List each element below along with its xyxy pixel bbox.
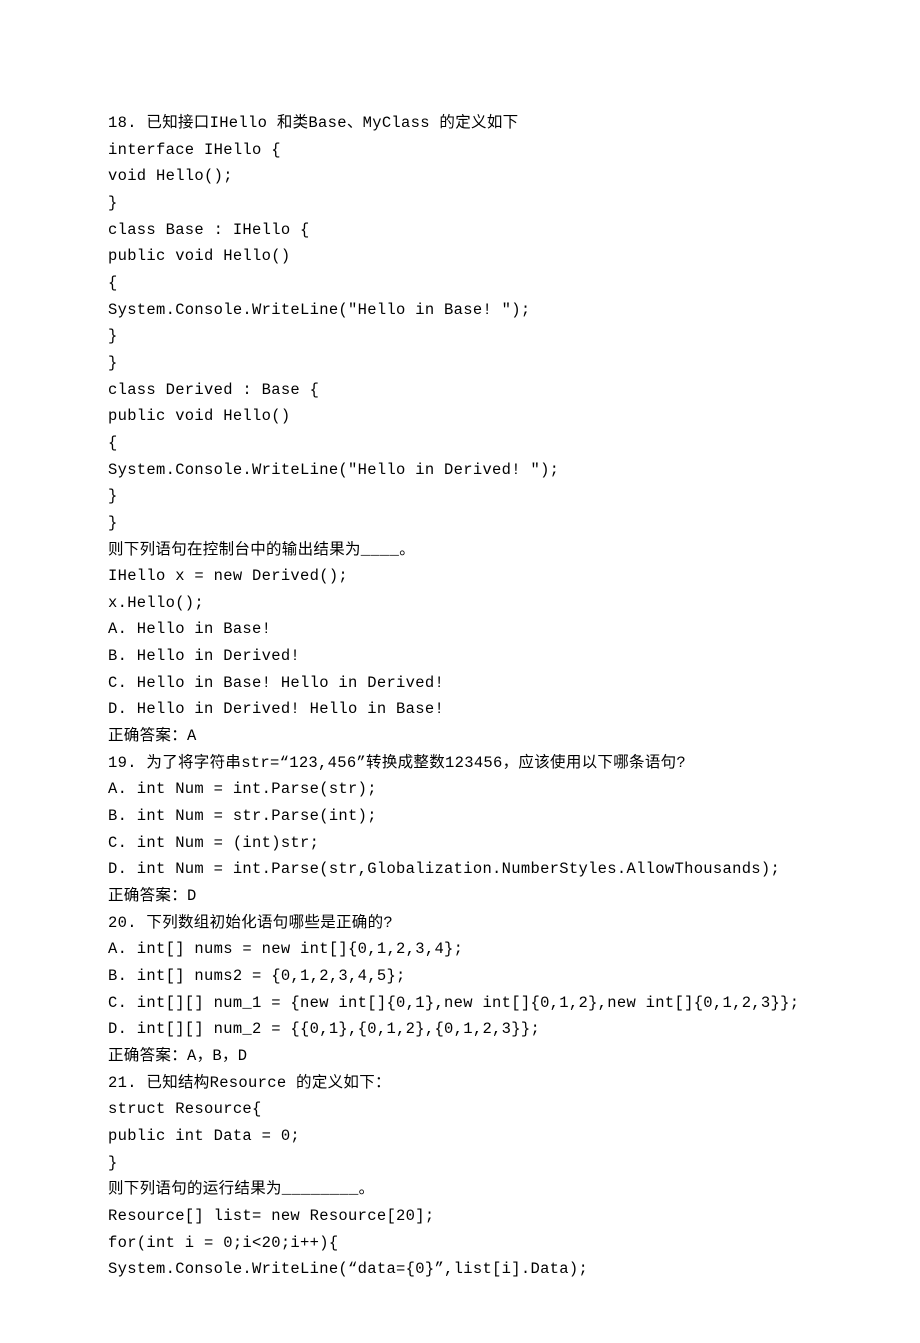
text-line: A. int[] nums = new int[]{0,1,2,3,4}; <box>108 936 812 963</box>
text-line: C. Hello in Base! Hello in Derived! <box>108 670 812 697</box>
document-page: 18. 已知接口IHello 和类Base、MyClass 的定义如下 inte… <box>0 0 920 1343</box>
answer-line: 正确答案：A <box>108 723 812 750</box>
text-line: class Base : IHello { <box>108 217 812 244</box>
text-line: 则下列语句的运行结果为________。 <box>108 1176 812 1203</box>
text-line: A. int Num = int.Parse(str); <box>108 776 812 803</box>
text-line: System.Console.WriteLine("Hello in Base!… <box>108 297 812 324</box>
text-line: } <box>108 190 812 217</box>
text-line: public int Data = 0; <box>108 1123 812 1150</box>
text-line: { <box>108 270 812 297</box>
text-line: D. int[][] num_2 = {{0,1},{0,1,2},{0,1,2… <box>108 1016 812 1043</box>
text-line: B. int[] nums2 = {0,1,2,3,4,5}; <box>108 963 812 990</box>
text-line: B. Hello in Derived! <box>108 643 812 670</box>
text-line: } <box>108 323 812 350</box>
answer-line: 正确答案：A，B，D <box>108 1043 812 1070</box>
text-line: void Hello(); <box>108 163 812 190</box>
text-line: D. int Num = int.Parse(str,Globalization… <box>108 856 812 883</box>
text-line: 20. 下列数组初始化语句哪些是正确的? <box>108 910 812 937</box>
text-line: } <box>108 1150 812 1177</box>
text-line: x.Hello(); <box>108 590 812 617</box>
text-line: } <box>108 350 812 377</box>
text-line: 则下列语句在控制台中的输出结果为____。 <box>108 537 812 564</box>
text-line: struct Resource{ <box>108 1096 812 1123</box>
text-line: C. int Num = (int)str; <box>108 830 812 857</box>
text-line: } <box>108 483 812 510</box>
text-line: C. int[][] num_1 = {new int[]{0,1},new i… <box>108 990 812 1017</box>
text-line: A. Hello in Base! <box>108 616 812 643</box>
text-line: IHello x = new Derived(); <box>108 563 812 590</box>
text-line: { <box>108 430 812 457</box>
text-line: System.Console.WriteLine(“data={0}”,list… <box>108 1256 812 1283</box>
text-line: } <box>108 510 812 537</box>
text-line: D. Hello in Derived! Hello in Base! <box>108 696 812 723</box>
text-line: public void Hello() <box>108 403 812 430</box>
text-line: interface IHello { <box>108 137 812 164</box>
text-line: 21. 已知结构Resource 的定义如下： <box>108 1070 812 1097</box>
text-line: for(int i = 0;i<20;i++){ <box>108 1230 812 1257</box>
text-line: 19. 为了将字符串str=“123,456”转换成整数123456，应该使用以… <box>108 750 812 777</box>
text-line: public void Hello() <box>108 243 812 270</box>
text-line: Resource[] list= new Resource[20]; <box>108 1203 812 1230</box>
text-line: System.Console.WriteLine("Hello in Deriv… <box>108 457 812 484</box>
text-line: 18. 已知接口IHello 和类Base、MyClass 的定义如下 <box>108 110 812 137</box>
answer-line: 正确答案：D <box>108 883 812 910</box>
text-line: B. int Num = str.Parse(int); <box>108 803 812 830</box>
text-line: class Derived : Base { <box>108 377 812 404</box>
